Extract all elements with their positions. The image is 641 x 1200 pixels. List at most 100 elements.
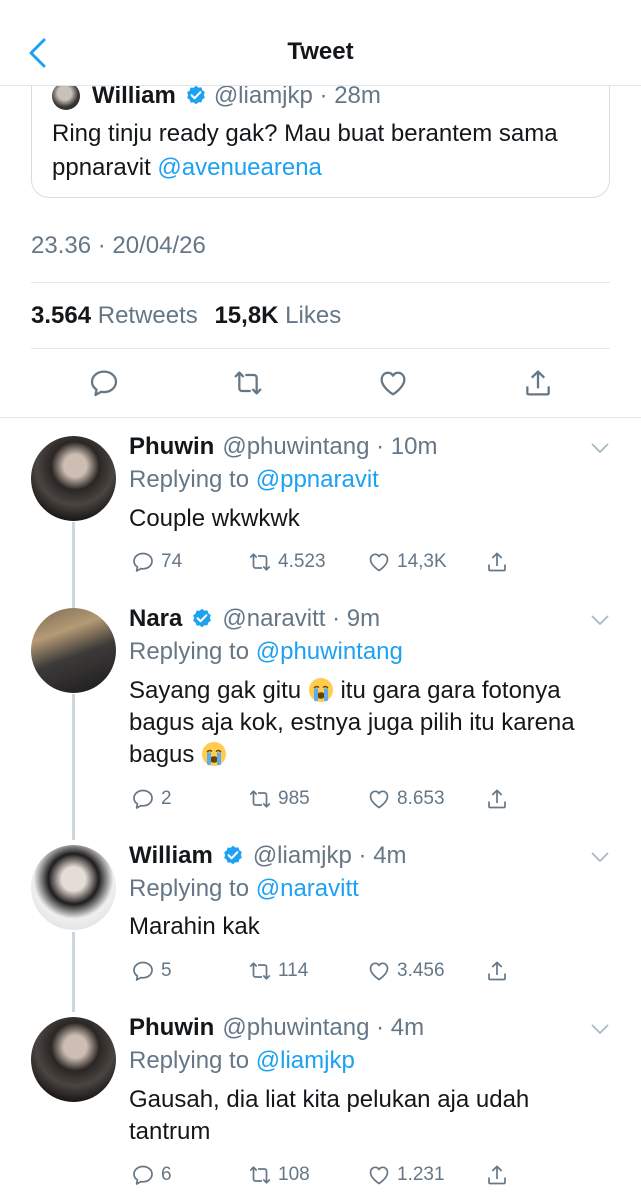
retweet-count: 114 — [278, 960, 309, 981]
retweet-icon — [248, 787, 272, 811]
share-button[interactable] — [485, 958, 509, 984]
mention-link[interactable]: @liamjkp — [256, 1047, 355, 1074]
retweet-icon — [248, 550, 272, 574]
likes-count[interactable]: 15,8K — [214, 302, 278, 329]
replying-to: Replying to @naravitt — [129, 875, 359, 903]
avatar[interactable] — [31, 436, 116, 521]
retweet-count: 985 — [278, 788, 310, 809]
reply-text-part: Sayang gak gitu — [129, 677, 308, 704]
replying-to: Replying to @ppnaravit — [129, 466, 379, 494]
retweets-label[interactable]: Retweets — [98, 302, 198, 329]
mention-link[interactable]: @phuwintang — [256, 638, 403, 665]
author-handle: @liamjkp · 4m — [252, 842, 407, 869]
reply-header: William @liamjkp · 4m — [129, 841, 407, 871]
share-icon — [485, 959, 509, 983]
reply-icon — [131, 787, 155, 811]
share-button[interactable] — [485, 786, 509, 812]
reply-header: Phuwin @phuwintang · 4m — [129, 1013, 424, 1043]
like-icon — [367, 550, 391, 574]
chevron-down-icon[interactable] — [590, 613, 610, 627]
chevron-down-icon[interactable] — [590, 1022, 610, 1036]
author-name[interactable]: Nara — [129, 605, 182, 633]
avatar — [52, 82, 80, 110]
like-count: 8.653 — [397, 788, 445, 809]
reply-count: 5 — [161, 960, 172, 981]
share-icon — [485, 550, 509, 574]
share-icon — [485, 1163, 509, 1187]
author-handle: @phuwintang · 10m — [222, 433, 438, 460]
reply-action-bar: 2 985 8.653 — [0, 786, 641, 812]
retweet-icon — [248, 959, 272, 983]
quoted-author-name: William — [92, 82, 176, 109]
reply-count: 6 — [161, 1164, 172, 1185]
author-handle: @naravitt · 9m — [222, 605, 381, 632]
replying-to: Replying to @phuwintang — [129, 638, 403, 666]
avatar[interactable] — [31, 845, 116, 930]
reply-button[interactable]: 2 — [131, 786, 172, 812]
reply-icon — [131, 550, 155, 574]
author-name[interactable]: Phuwin — [129, 433, 214, 461]
reply-button[interactable]: 5 — [131, 958, 172, 984]
divider — [31, 348, 610, 349]
reply-button[interactable]: 74 — [131, 549, 182, 575]
tweet-timestamp: 23.36 · 20/04/26 — [31, 232, 206, 259]
like-count: 14,3K — [397, 551, 447, 572]
retweet-icon[interactable] — [232, 366, 264, 400]
like-icon — [367, 787, 391, 811]
quoted-author-handle: @liamjkp · 28m — [213, 82, 381, 109]
like-button[interactable]: 3.456 — [367, 958, 445, 984]
reply-text: Couple wkwkwk — [129, 505, 300, 532]
replying-to: Replying to @liamjkp — [129, 1047, 355, 1075]
like-button[interactable]: 14,3K — [367, 549, 447, 575]
reply-text: Marahin kak — [129, 913, 260, 940]
avatar[interactable] — [31, 608, 116, 693]
reply-header: Nara @naravitt · 9m — [129, 604, 380, 634]
divider — [31, 282, 610, 283]
share-button[interactable] — [485, 1162, 509, 1188]
reply-icon — [131, 1163, 155, 1187]
reply-action-bar: 74 4.523 14,3K — [0, 549, 641, 575]
like-count: 1.231 — [397, 1164, 445, 1185]
share-icon — [485, 787, 509, 811]
chevron-down-icon[interactable] — [590, 441, 610, 455]
retweet-icon — [248, 1163, 272, 1187]
reply-text: Sayang gak gitu itu gara gara fotonya ba… — [129, 675, 599, 771]
retweet-button[interactable]: 108 — [248, 1162, 310, 1188]
reply-action-bar: 5 114 3.456 — [0, 958, 641, 984]
author-name[interactable]: Phuwin — [129, 1014, 214, 1042]
avatar[interactable] — [31, 1017, 116, 1102]
thread-line — [72, 694, 75, 840]
mention-link[interactable]: @ppnaravit — [256, 466, 379, 493]
share-button[interactable] — [485, 549, 509, 575]
replying-to-label: Replying to — [129, 466, 256, 493]
author-name[interactable]: William — [129, 842, 213, 870]
reply-button[interactable]: 6 — [131, 1162, 172, 1188]
likes-label[interactable]: Likes — [285, 302, 341, 329]
retweet-button[interactable]: 985 — [248, 786, 310, 812]
verified-badge-icon — [184, 84, 208, 108]
page-title: Tweet — [287, 38, 354, 65]
quoted-tweet-text: Ring tinju ready gak? Mau buat berantem … — [52, 117, 609, 185]
retweet-count: 4.523 — [278, 551, 326, 572]
retweet-button[interactable]: 114 — [248, 958, 308, 984]
retweet-button[interactable]: 4.523 — [248, 549, 326, 575]
like-button[interactable]: 8.653 — [367, 786, 445, 812]
like-icon — [367, 1163, 391, 1187]
reply-count: 74 — [161, 551, 183, 572]
share-icon[interactable] — [522, 366, 554, 400]
mention-link[interactable]: @avenuearena — [157, 154, 321, 181]
crying-face-icon — [201, 741, 227, 767]
like-icon — [367, 959, 391, 983]
retweets-count[interactable]: 3.564 — [31, 302, 91, 329]
reply-icon[interactable] — [88, 366, 120, 400]
chevron-down-icon[interactable] — [590, 850, 610, 864]
author-handle: @phuwintang · 4m — [222, 1014, 425, 1041]
replying-to-label: Replying to — [129, 875, 256, 902]
like-button[interactable]: 1.231 — [367, 1162, 445, 1188]
divider — [0, 417, 641, 418]
crying-face-icon — [308, 677, 334, 703]
reply-count: 2 — [161, 788, 172, 809]
like-icon[interactable] — [377, 366, 409, 400]
mention-link[interactable]: @naravitt — [256, 875, 359, 902]
verified-badge-icon — [221, 844, 245, 868]
